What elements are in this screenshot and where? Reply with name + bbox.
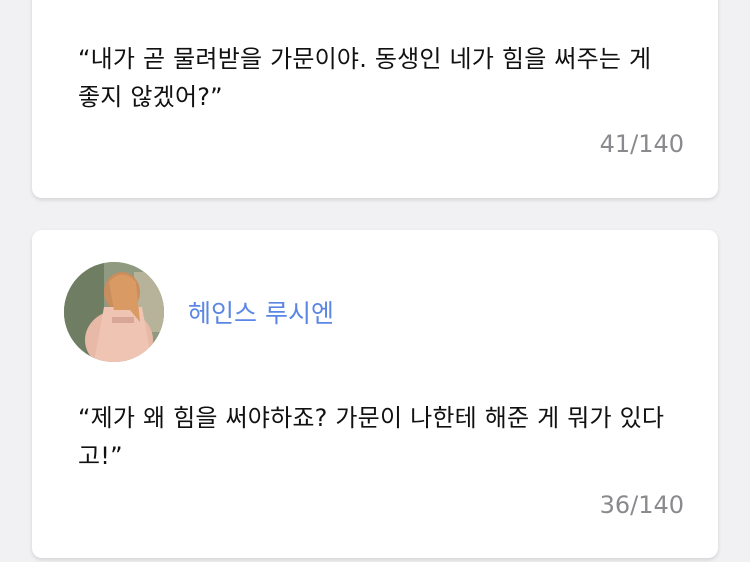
character-counter: 36/140 <box>599 491 684 519</box>
character-avatar[interactable] <box>64 262 164 362</box>
character-name[interactable]: 헤인스 루시엔 <box>188 294 334 330</box>
character-counter: 41/140 <box>599 130 684 158</box>
dialogue-text[interactable]: “내가 곧 물려받을 가문이야. 동생인 네가 힘을 써주는 게 좋지 않겠어?… <box>78 40 668 116</box>
portrait-image <box>64 262 164 362</box>
avatar <box>64 0 164 2</box>
dialogue-text[interactable]: “제가 왜 힘을 써야하죠? 가문이 나한테 해준 게 뭐가 있다고!” <box>78 399 668 475</box>
